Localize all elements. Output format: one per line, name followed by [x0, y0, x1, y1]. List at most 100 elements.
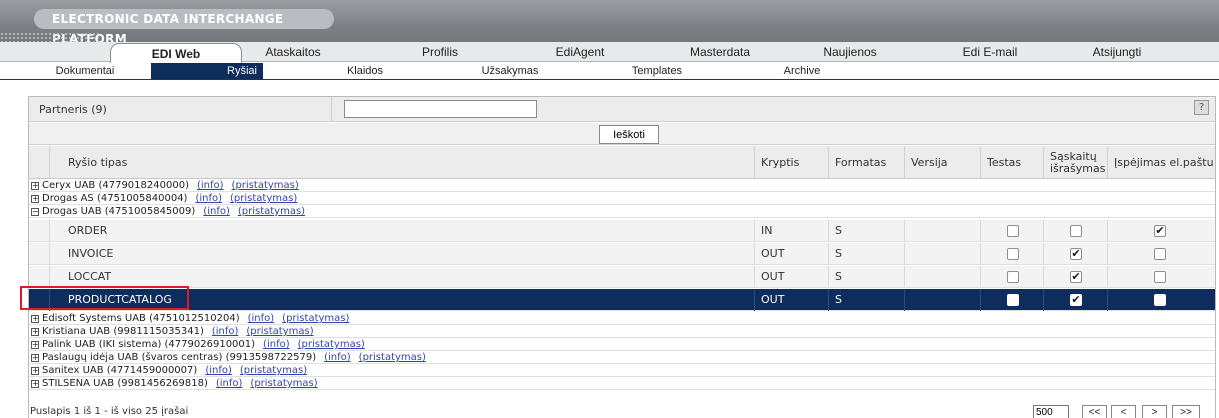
col-header-type[interactable]: Ryšio tipas — [49, 146, 754, 179]
subtab-uzsakymas[interactable]: Užsakymas — [465, 63, 555, 79]
cell-email — [1107, 289, 1215, 311]
tab-edi-web[interactable]: EDI Web — [110, 43, 242, 63]
test-checkbox[interactable] — [1007, 248, 1019, 260]
presentation-link[interactable]: (pristatymas) — [240, 365, 307, 376]
main-nav: EDI Web Ataskaitos Profilis EdiAgent Mas… — [0, 42, 1219, 63]
cell-type: ORDER — [49, 220, 754, 242]
email-checkbox[interactable] — [1154, 294, 1166, 306]
expand-icon[interactable]: + — [31, 328, 39, 336]
presentation-link[interactable]: (pristatymas) — [298, 339, 365, 350]
partner-search-input[interactable] — [344, 100, 537, 118]
subtab-rysiai[interactable]: Ryšiai — [151, 63, 263, 79]
group-name: Palink UAB (IKI sistema) (4779026910001) — [42, 339, 256, 350]
expand-icon[interactable]: + — [31, 315, 39, 323]
presentation-link[interactable]: (pristatymas) — [232, 180, 299, 191]
col-header-version[interactable]: Versija — [904, 146, 980, 179]
info-link[interactable]: (info) — [197, 180, 224, 191]
cell-format: S — [828, 243, 904, 265]
info-link[interactable]: (info) — [195, 193, 222, 204]
first-page-button[interactable]: << — [1082, 405, 1107, 418]
cell-test — [980, 289, 1043, 311]
table-row-selected[interactable]: PRODUCTCATALOG OUT S ✔ — [29, 289, 1215, 311]
group-name: STILSENA UAB (9981456269818) — [42, 378, 208, 389]
tab-naujienos[interactable]: Naujienos — [805, 42, 895, 62]
presentation-link[interactable]: (pristatymas) — [359, 352, 426, 363]
filter-row: Partneris (9) ? — [29, 97, 1215, 122]
collapse-icon[interactable]: − — [31, 208, 39, 216]
highlight-box — [20, 286, 189, 310]
col-header-email-alert[interactable]: Įspėjimas el.paštu — [1107, 146, 1215, 179]
table-row[interactable]: LOCCAT OUT S ✔ — [29, 266, 1215, 288]
group-name: Drogas UAB (4751005845009) — [42, 206, 196, 217]
info-link[interactable]: (info) — [212, 326, 239, 337]
info-link[interactable]: (info) — [216, 378, 243, 389]
email-checkbox[interactable] — [1154, 271, 1166, 283]
col-header-direction[interactable]: Kryptis — [754, 146, 828, 179]
cell-format: S — [828, 220, 904, 242]
tab-ataskaitos[interactable]: Ataskaitos — [248, 42, 338, 62]
group-row[interactable]: + Drogas AS (4751005840004) (info) (pristat… — [29, 193, 1215, 205]
expand-icon[interactable]: + — [31, 195, 39, 203]
search-button[interactable]: Ieškoti — [599, 125, 659, 144]
expand-icon[interactable]: + — [31, 380, 39, 388]
group-row[interactable]: + Sanitex UAB (4771459000007) (info) (prist… — [29, 365, 1215, 377]
last-page-button[interactable]: >> — [1172, 405, 1200, 418]
col-header-invoicing[interactable]: Sąskaitų išrašymas — [1043, 146, 1107, 179]
tab-ediagent[interactable]: EdiAgent — [535, 42, 625, 62]
table-row[interactable]: ORDER IN S ✔ — [29, 220, 1215, 242]
invoicing-checkbox[interactable]: ✔ — [1070, 248, 1082, 260]
info-link[interactable]: (info) — [263, 339, 290, 350]
presentation-link[interactable]: (pristatymas) — [246, 326, 313, 337]
presentation-link[interactable]: (pristatymas) — [250, 378, 317, 389]
expand-icon[interactable]: + — [31, 367, 39, 375]
subtab-templates[interactable]: Templates — [612, 63, 702, 79]
presentation-link[interactable]: (pristatymas) — [230, 193, 297, 204]
expand-icon[interactable]: + — [31, 354, 39, 362]
cell-email — [1107, 243, 1215, 265]
email-checkbox[interactable] — [1154, 248, 1166, 260]
test-checkbox[interactable] — [1007, 225, 1019, 237]
group-row[interactable]: + Paslaugų idėja UAB (švaros centras) (99… — [29, 352, 1215, 364]
info-link[interactable]: (info) — [324, 352, 351, 363]
group-row[interactable]: + Palink UAB (IKI sistema) (4779026910001… — [29, 339, 1215, 351]
cell-direction: OUT — [754, 243, 828, 265]
invoicing-checkbox[interactable]: ✔ — [1070, 271, 1082, 283]
cell-direction: OUT — [754, 289, 828, 311]
group-row-expanded[interactable]: − Drogas UAB (4751005845009) (info) (prista… — [29, 206, 1215, 218]
expand-icon[interactable]: + — [31, 182, 39, 190]
invoicing-checkbox[interactable] — [1070, 225, 1082, 237]
group-row[interactable]: + STILSENA UAB (9981456269818) (info) (pris… — [29, 378, 1215, 390]
tab-atsijungti[interactable]: Atsijungti — [1072, 42, 1162, 62]
expand-icon[interactable]: + — [31, 341, 39, 349]
tab-edi-email[interactable]: Edi E-mail — [940, 42, 1040, 62]
group-row[interactable]: + Kristiana UAB (9981115035341) (info) (pri… — [29, 326, 1215, 338]
invoicing-checkbox[interactable]: ✔ — [1070, 294, 1082, 306]
subtab-dokumentai[interactable]: Dokumentai — [30, 63, 140, 79]
col-header-test[interactable]: Testas — [980, 146, 1043, 179]
test-checkbox[interactable] — [1007, 294, 1019, 306]
subtab-archive[interactable]: Archive — [757, 63, 847, 79]
info-link[interactable]: (info) — [203, 206, 230, 217]
subtab-klaidos[interactable]: Klaidos — [320, 63, 410, 79]
group-row[interactable]: + Ceryx UAB (4779018240000) (info) (pristat… — [29, 180, 1215, 192]
group-name: Edisoft Systems UAB (4751012510204) — [42, 313, 240, 324]
tab-masterdata[interactable]: Masterdata — [675, 42, 765, 62]
email-checkbox[interactable]: ✔ — [1154, 225, 1166, 237]
decorative-dots — [0, 32, 100, 42]
help-icon[interactable]: ? — [1194, 100, 1209, 115]
table-header: Ryšio tipas Kryptis Formatas Versija Tes… — [29, 146, 1215, 179]
test-checkbox[interactable] — [1007, 271, 1019, 283]
next-page-button[interactable]: > — [1142, 405, 1167, 418]
page-size-input[interactable] — [1033, 405, 1069, 418]
presentation-link[interactable]: (pristatymas) — [282, 313, 349, 324]
partner-filter-label: Partneris (9) — [39, 103, 107, 116]
cell-type: INVOICE — [49, 243, 754, 265]
presentation-link[interactable]: (pristatymas) — [238, 206, 305, 217]
table-row[interactable]: INVOICE OUT S ✔ — [29, 243, 1215, 265]
group-row[interactable]: + Edisoft Systems UAB (4751012510204) (inf… — [29, 313, 1215, 325]
col-header-format[interactable]: Formatas — [828, 146, 904, 179]
info-link[interactable]: (info) — [248, 313, 275, 324]
info-link[interactable]: (info) — [205, 365, 232, 376]
tab-profilis[interactable]: Profilis — [395, 42, 485, 62]
prev-page-button[interactable]: < — [1111, 405, 1136, 418]
